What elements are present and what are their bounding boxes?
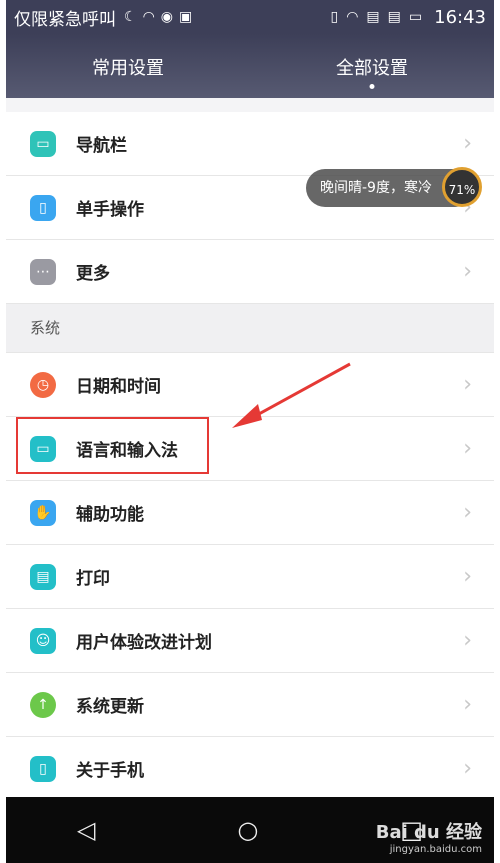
annotation-arrow bbox=[232, 362, 351, 428]
arrow-head bbox=[232, 404, 262, 428]
arrow-shaft bbox=[247, 362, 351, 422]
